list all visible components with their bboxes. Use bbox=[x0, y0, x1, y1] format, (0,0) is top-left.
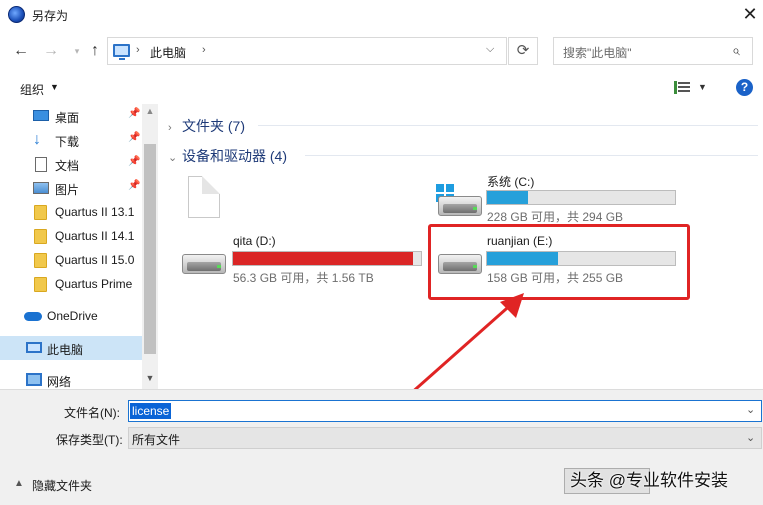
filename-label: 文件名(N): bbox=[64, 406, 120, 420]
chevron-up-icon[interactable]: ▲ bbox=[14, 478, 24, 489]
filename-input[interactable]: license ⌄ bbox=[128, 400, 762, 422]
watermark-text: 头条 @专业软件安装 bbox=[570, 471, 728, 490]
filetype-select[interactable]: 所有文件 ⌄ bbox=[128, 427, 762, 449]
save-form-panel: 文件名(N): license ⌄ 保存类型(T): 所有文件 ⌄ ▲ 隐藏文件… bbox=[0, 389, 763, 505]
filetype-value: 所有文件 bbox=[132, 433, 181, 447]
hide-folders-toggle[interactable]: 隐藏文件夹 bbox=[32, 477, 92, 494]
filename-dropdown-icon[interactable]: ⌄ bbox=[746, 403, 755, 416]
filetype-dropdown-icon[interactable]: ⌄ bbox=[746, 431, 755, 444]
filetype-label: 保存类型(T): bbox=[56, 433, 123, 447]
filename-value[interactable]: license bbox=[130, 403, 172, 419]
